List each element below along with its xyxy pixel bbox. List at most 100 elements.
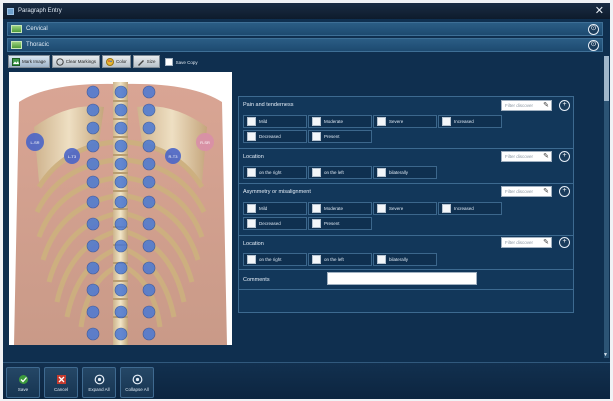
checkbox[interactable] <box>247 255 256 264</box>
filter-placeholder: Filter discover <box>505 240 534 245</box>
option-asym-increased[interactable]: Increased <box>438 202 502 215</box>
section-cervical[interactable]: Cervical ⊙ <box>7 22 603 36</box>
checkbox[interactable] <box>312 219 321 228</box>
color-button[interactable]: Color <box>102 55 131 68</box>
checkbox[interactable] <box>247 168 256 177</box>
filter-input-location-2[interactable]: Filter discover ✎ <box>501 237 552 248</box>
option-location2-left[interactable]: on the left <box>308 253 372 266</box>
cancel-icon <box>56 374 66 384</box>
right-scapula-label: R-SR <box>200 140 210 145</box>
option-label: Decreased <box>259 221 281 226</box>
expand-all-button[interactable]: Expand All <box>82 367 116 398</box>
filter-input-location-1[interactable]: Filter discover ✎ <box>501 151 552 162</box>
option-asym-present[interactable]: Present <box>308 217 372 230</box>
section-thoracic[interactable]: Thoracic ⊙ <box>7 38 603 52</box>
group-label-location-2: Location <box>243 241 264 247</box>
option-location-left[interactable]: on the left <box>308 166 372 179</box>
pen-icon[interactable]: ✎ <box>543 153 549 161</box>
checkbox[interactable] <box>442 117 451 126</box>
checkbox[interactable] <box>247 204 256 213</box>
collapse-all-icon <box>132 374 142 384</box>
option-label: on the left <box>324 257 344 262</box>
clear-markings-button[interactable]: Clear Markings <box>51 55 101 68</box>
save-button[interactable]: Save <box>6 367 40 398</box>
option-label: Present <box>324 221 340 226</box>
cancel-button[interactable]: Cancel <box>44 367 78 398</box>
option-pain-decreased[interactable]: Decreased <box>243 130 307 143</box>
checkbox[interactable] <box>312 255 321 264</box>
divider <box>239 235 573 236</box>
mark-image-button[interactable]: Mark Image <box>8 55 50 68</box>
save-copy-label: Save Copy <box>175 59 198 65</box>
option-location2-bilaterally[interactable]: bilaterally <box>373 253 437 266</box>
group-label-pain: Pain and tenderness <box>243 102 294 108</box>
filter-placeholder: Filter discover <box>505 189 534 194</box>
checkbox[interactable] <box>312 132 321 141</box>
checkbox[interactable] <box>312 168 321 177</box>
option-pain-severe[interactable]: Severe <box>373 115 437 128</box>
checkbox[interactable] <box>247 132 256 141</box>
option-pain-moderate[interactable]: Moderate <box>308 115 372 128</box>
filter-input-pain[interactable]: Filter discover ✎ <box>501 100 552 111</box>
palette-icon <box>106 57 115 66</box>
option-location-right[interactable]: on the right <box>243 166 307 179</box>
checkbox[interactable] <box>377 204 386 213</box>
filter-input-asymmetry[interactable]: Filter discover ✎ <box>501 186 552 197</box>
expand-cervical-button[interactable]: ⊙ <box>588 24 599 35</box>
checkbox[interactable] <box>312 204 321 213</box>
option-pain-present[interactable]: Present <box>308 130 372 143</box>
comments-label: Comments <box>243 277 270 283</box>
option-pain-mild[interactable]: Mild <box>243 115 307 128</box>
option-asym-moderate[interactable]: Moderate <box>308 202 372 215</box>
section-icon <box>11 41 22 49</box>
option-asym-severe[interactable]: Severe <box>373 202 437 215</box>
checkbox[interactable] <box>247 117 256 126</box>
mark-image-icon <box>12 57 20 66</box>
pen-icon[interactable]: ✎ <box>543 102 549 110</box>
checkbox[interactable] <box>377 168 386 177</box>
option-label: Decreased <box>259 134 281 139</box>
collapse-all-button[interactable]: Collapse All <box>120 367 154 398</box>
pen-icon[interactable]: ✎ <box>543 188 549 196</box>
option-location-bilaterally[interactable]: bilaterally <box>373 166 437 179</box>
checkbox[interactable] <box>247 219 256 228</box>
option-label: Severe <box>389 206 404 211</box>
option-pain-increased[interactable]: Increased <box>438 115 502 128</box>
option-asym-mild[interactable]: Mild <box>243 202 307 215</box>
group-label-asymmetry: Asymmetry or misalignment <box>243 189 311 195</box>
add-location-2-button[interactable]: + <box>559 237 570 248</box>
vertical-scrollbar[interactable]: ▼ <box>603 56 609 358</box>
pen-icon[interactable]: ✎ <box>543 239 549 247</box>
option-asym-decreased[interactable]: Decreased <box>243 217 307 230</box>
scroll-down-icon[interactable]: ▼ <box>603 352 608 358</box>
divider <box>239 183 573 184</box>
option-label: bilaterally <box>389 257 409 262</box>
add-location-1-button[interactable]: + <box>559 151 570 162</box>
checkbox[interactable] <box>312 117 321 126</box>
size-button[interactable]: Size <box>132 55 160 68</box>
save-copy-checkbox[interactable]: Save Copy <box>164 55 198 69</box>
option-label: Increased <box>454 206 474 211</box>
save-icon <box>18 374 28 384</box>
checkbox[interactable] <box>442 204 451 213</box>
option-location2-right[interactable]: on the right <box>243 253 307 266</box>
clear-markings-label: Clear Markings <box>65 59 97 64</box>
add-asymmetry-button[interactable]: + <box>559 186 570 197</box>
checkbox-box[interactable] <box>164 58 173 66</box>
collapse-thoracic-button[interactable]: ⊙ <box>588 40 599 51</box>
comments-input[interactable] <box>327 272 477 285</box>
checkbox[interactable] <box>377 255 386 264</box>
option-label: Moderate <box>324 206 344 211</box>
option-label: Present <box>324 134 340 139</box>
window-title: Paragraph Entry <box>18 8 62 14</box>
close-icon[interactable]: ✕ <box>595 4 604 17</box>
right-t3-label: R-T3 <box>169 154 179 159</box>
size-label: Size <box>146 59 156 64</box>
add-pain-button[interactable]: + <box>559 100 570 111</box>
paragraph-entry-window: Paragraph Entry ✕ Cervical ⊙ Thoracic ⊙ … <box>0 0 613 401</box>
scrollbar-thumb[interactable] <box>604 56 609 101</box>
save-label: Save <box>17 386 29 392</box>
pen-size-icon <box>137 59 144 66</box>
thoracic-anatomy-image[interactable]: L-SR R-SR L-T3 R-T3 <box>9 72 232 345</box>
checkbox[interactable] <box>377 117 386 126</box>
